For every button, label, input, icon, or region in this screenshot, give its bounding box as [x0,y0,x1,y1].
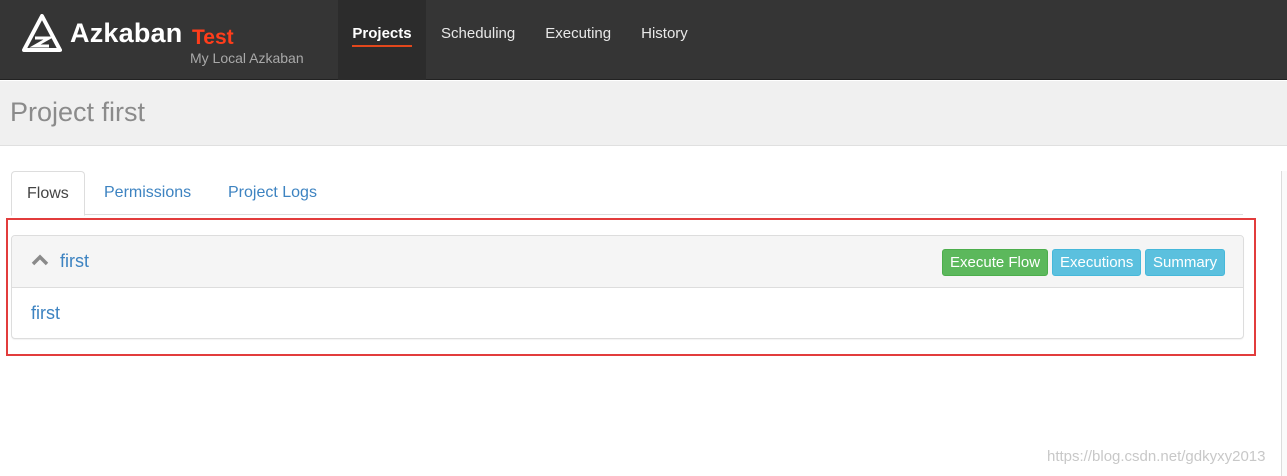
tab-permissions[interactable]: Permissions [89,171,206,215]
tab-flows[interactable]: Flows [11,171,85,216]
tab-project-logs[interactable]: Project Logs [213,171,332,215]
nav-projects-label: Projects [352,25,412,47]
top-navbar: Azkaban Test My Local Azkaban Projects S… [0,0,1287,80]
tab-project-logs-label: Project Logs [228,184,317,201]
nav-executing-label: Executing [545,25,612,42]
project-tabs: Flows Permissions Project Logs [11,171,1243,216]
watermark: https://blog.csdn.net/gdkyxy2013 [1047,448,1266,465]
tab-flows-label: Flows [27,184,69,202]
main-nav: Projects Scheduling Executing History [338,0,703,80]
brand-subtitle: My Local Azkaban [190,50,304,66]
nav-history-label: History [641,25,688,42]
brand[interactable]: Azkaban Test My Local Azkaban [22,12,322,72]
page-header: Project first [0,81,1287,146]
tab-permissions-label: Permissions [104,184,192,201]
nav-scheduling-label: Scheduling [441,25,516,42]
highlight-box [6,218,1256,356]
page-title: Project first [10,97,146,127]
right-edge-panel [1281,171,1287,476]
brand-name: Azkaban [70,18,183,48]
nav-history[interactable]: History [626,0,703,80]
azkaban-logo-icon [22,14,62,52]
nav-executing[interactable]: Executing [530,0,626,80]
environment-label: Test [192,26,234,49]
nav-scheduling[interactable]: Scheduling [426,0,530,80]
nav-projects[interactable]: Projects [338,0,426,80]
